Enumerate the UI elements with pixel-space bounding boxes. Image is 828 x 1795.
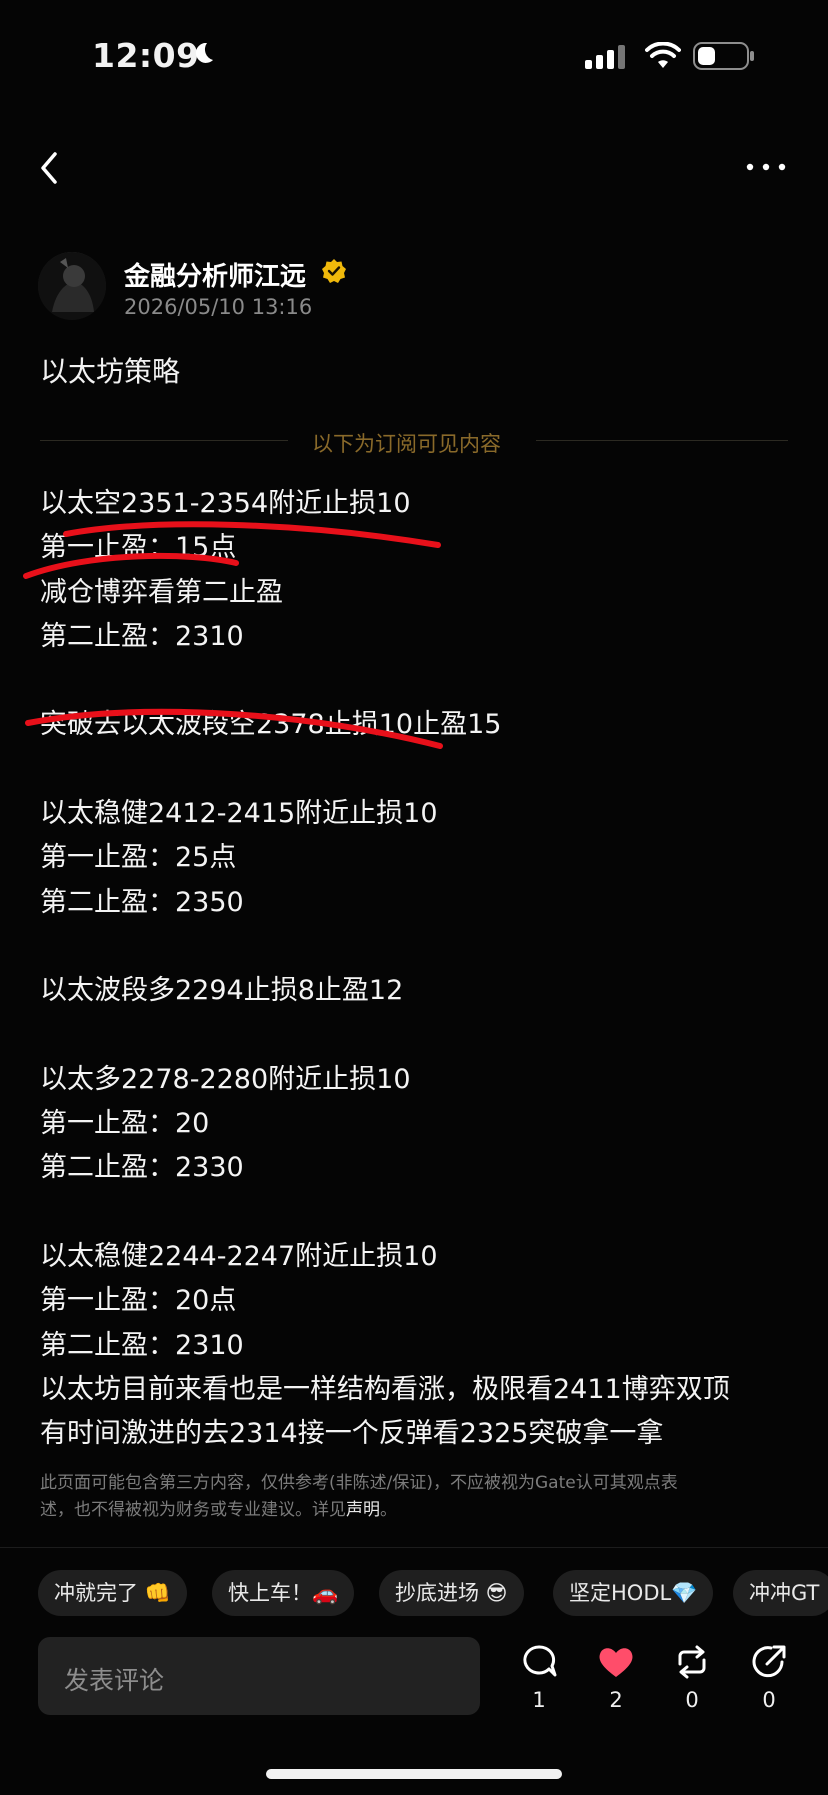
share-icon[interactable]	[749, 1644, 789, 1680]
disclaimer-line-2: 述，也不得被视为财务或专业建议。详见声明。	[40, 1497, 770, 1524]
content-line: 以太波段多2294止损8止盈12	[40, 975, 404, 1007]
disclaimer-end: 。	[380, 1500, 397, 1520]
like-count: 2	[609, 1688, 623, 1712]
divider-left	[40, 440, 288, 441]
disclaimer: 此页面可能包含第三方内容，仅供参考(非陈述/保证)，不应被视为Gate认可其观点…	[40, 1470, 770, 1524]
repost-count: 0	[685, 1688, 699, 1712]
content-line: 第二止盈：2310	[40, 1329, 244, 1361]
content-line: 以太空2351-2354附近止损10	[40, 488, 411, 519]
content-line: 第一止盈：20	[40, 1108, 210, 1140]
content-line: 第一止盈：15点	[40, 532, 237, 564]
disclaimer-line-1: 此页面可能包含第三方内容，仅供参考(非陈述/保证)，不应被视为Gate认可其观点…	[40, 1473, 678, 1493]
status-time: 12:09	[92, 36, 200, 75]
content-line: 以太坊目前来看也是一样结构看涨，极限看2411博弈双顶	[40, 1373, 730, 1405]
avatar[interactable]	[38, 252, 106, 320]
disclaimer-link[interactable]: 声明	[346, 1500, 380, 1520]
back-icon[interactable]	[38, 150, 62, 186]
quick-reply-chip[interactable]: 坚定HODL💎	[553, 1570, 714, 1616]
moon-icon	[195, 42, 213, 63]
quick-reply-chip[interactable]: 抄底进场 😎	[379, 1570, 524, 1616]
content-line: 以太多2278-2280附近止损10	[40, 1063, 411, 1095]
bottom-separator	[0, 1547, 828, 1548]
content-blank-line	[40, 1014, 800, 1058]
disclaimer-text: 述，也不得被视为财务或专业建议。详见	[40, 1500, 346, 1520]
post-content: 以太空2351-2354附近止损10 第一止盈：15点 减仓博弈看第二止盈 第二…	[40, 482, 800, 1457]
content-line: 第一止盈：25点	[40, 842, 237, 874]
post-date: 2026/05/10 13:16	[124, 295, 313, 319]
signal-icon	[585, 45, 625, 69]
content-line: 有时间激进的去2314接一个反弹看2325突破拿一拿	[40, 1418, 664, 1450]
quick-reply-chip[interactable]: 快上车！🚗	[212, 1570, 355, 1616]
verified-icon	[322, 259, 346, 283]
comment-placeholder: 发表评论	[64, 1666, 165, 1695]
content-line: 第二止盈：2350	[40, 886, 244, 918]
content-blank-line	[40, 925, 800, 969]
quick-replies: 冲就完了 👊 快上车！🚗 抄底进场 😎 坚定HODL💎 冲冲GT	[38, 1570, 828, 1618]
quick-reply-chip[interactable]: 冲冲GT	[733, 1570, 828, 1616]
battery-icon	[693, 42, 754, 70]
comment-count: 1	[532, 1688, 546, 1712]
repost-icon[interactable]	[672, 1644, 712, 1680]
content-line: 减仓博弈看第二止盈	[40, 576, 283, 608]
subscription-hint: 以下为订阅可见内容	[312, 432, 501, 456]
content-blank-line	[40, 659, 800, 703]
quick-reply-chip[interactable]: 冲就完了 👊	[38, 1570, 187, 1616]
divider-right	[536, 440, 788, 441]
content-line: 第一止盈：20点	[40, 1285, 237, 1317]
status-bar: 12:09	[0, 0, 828, 110]
content-blank-line	[40, 1191, 800, 1235]
comment-input[interactable]: 发表评论	[38, 1637, 480, 1715]
avatar-image	[38, 252, 106, 320]
post-title: 以太坊策略	[40, 355, 181, 388]
content-line: 第二止盈：2310	[40, 620, 244, 652]
content-line: 以太稳健2244-2247附近止损10	[40, 1241, 438, 1273]
share-count: 0	[762, 1688, 776, 1712]
content-line: 突破去以太波段空2378止损10止盈15	[40, 709, 502, 741]
content-blank-line	[40, 748, 800, 792]
content-line: 以太稳健2412-2415附近止损10	[40, 798, 438, 830]
comment-icon[interactable]	[519, 1644, 559, 1680]
more-icon[interactable]	[745, 157, 787, 177]
content-line: 第二止盈：2330	[40, 1152, 244, 1184]
heart-icon[interactable]	[596, 1644, 636, 1680]
wifi-icon	[645, 42, 681, 68]
author-name[interactable]: 金融分析师江远	[124, 256, 306, 293]
home-indicator[interactable]	[266, 1769, 562, 1779]
